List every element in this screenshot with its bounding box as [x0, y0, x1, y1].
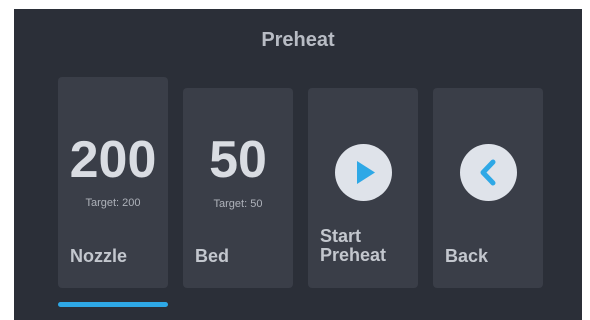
page-title: Preheat [261, 29, 335, 51]
active-indicator [58, 302, 168, 307]
preheat-screen: Preheat 200 Target: 200 Nozzle 50 Target… [14, 9, 582, 320]
start-preheat-button[interactable]: Start Preheat [308, 88, 418, 288]
start-label-line2: Preheat [320, 244, 387, 265]
back-button[interactable]: Back [433, 88, 543, 288]
bed-temperature: 50 [209, 131, 267, 189]
start-preheat-label: Start Preheat [320, 227, 386, 265]
play-icon [335, 144, 392, 201]
start-label-line1: Start [320, 226, 362, 246]
chevron-left-icon [460, 144, 517, 201]
back-label: Back [445, 246, 489, 266]
nozzle-card[interactable]: 200 Target: 200 Nozzle [58, 77, 168, 288]
bed-card[interactable]: 50 Target: 50 Bed [183, 88, 293, 288]
nozzle-target: Target: 200 [85, 197, 141, 209]
nozzle-temperature: 200 [69, 131, 157, 189]
bed-target: Target: 50 [213, 198, 263, 210]
nozzle-label: Nozzle [70, 246, 128, 266]
bed-label: Bed [195, 246, 230, 266]
